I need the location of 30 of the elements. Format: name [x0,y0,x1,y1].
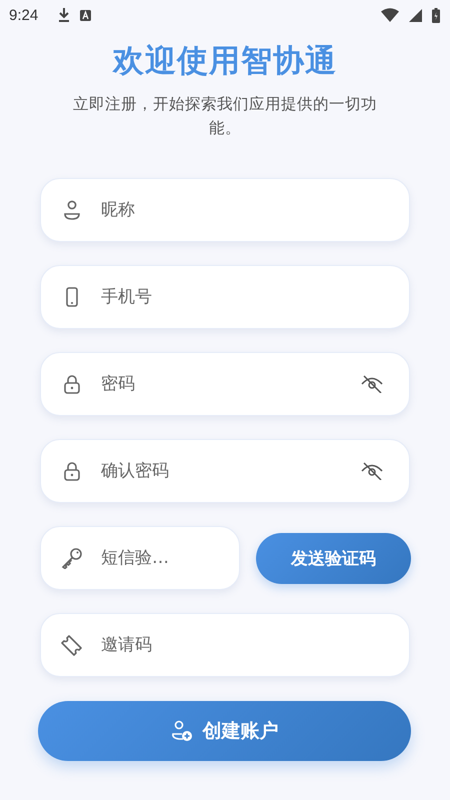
status-time: 9:24 [9,6,38,24]
keyboard-icon [80,10,92,20]
signal-icon [409,8,422,22]
send-code-button[interactable]: 发送验证码 [256,532,411,584]
input-field[interactable]: 邀请码 [40,613,410,677]
input-field[interactable]: 密码 [40,352,410,416]
welcome-title: 欢迎使用智协通 [111,42,338,81]
lock-icon [61,462,83,480]
input-field[interactable]: 短信验… [40,526,240,590]
eye-off-icon[interactable] [361,375,383,393]
add-user-icon [170,720,192,742]
key-icon [61,547,83,569]
battery-icon [432,8,440,22]
text-input[interactable]: 短信验… [99,547,213,569]
input-field[interactable]: 昵称 [40,178,410,242]
text-input[interactable]: 确认密码 [99,460,361,482]
input-field[interactable]: 确认密码 [40,439,410,503]
text-input[interactable]: 邀请码 [99,634,383,656]
download-icon [58,8,70,22]
text-input[interactable]: 密码 [99,373,361,395]
lock-icon [61,374,83,394]
wifi-icon [381,8,399,22]
text-input[interactable]: 昵称 [99,199,383,221]
person-icon [61,200,83,220]
input-field[interactable]: 手机号 [40,265,410,329]
text-input[interactable]: 手机号 [99,286,383,308]
create-account-button[interactable]: 创建账户 [38,701,411,761]
eye-off-icon[interactable] [361,462,383,480]
ticket-icon [61,634,83,656]
subtitle: 立即注册，开始探索我们应用提供的一切功能。 [72,94,378,139]
